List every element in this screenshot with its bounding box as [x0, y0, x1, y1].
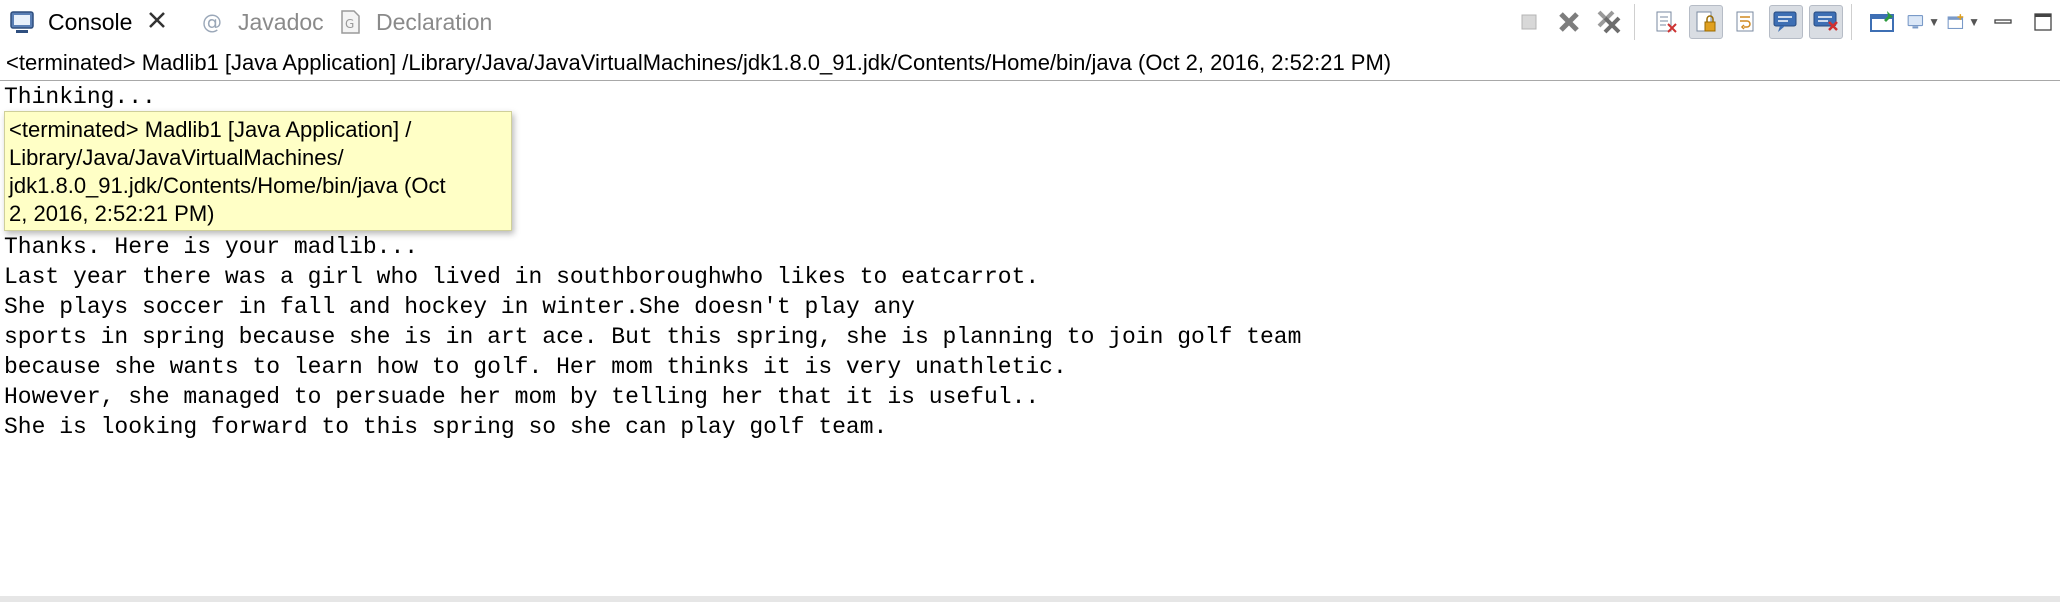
show-console-on-stderr-icon[interactable]	[1809, 5, 1843, 39]
tooltip-line: <terminated> Madlib1 [Java Application] …	[9, 117, 412, 142]
divider	[0, 80, 2060, 81]
bottom-edge	[0, 596, 2060, 602]
terminate-icon[interactable]	[1512, 5, 1546, 39]
chevron-down-icon[interactable]: ▼	[1928, 15, 1940, 29]
clear-console-icon[interactable]	[1649, 5, 1683, 39]
svg-text:@: @	[202, 10, 222, 34]
scroll-lock-icon[interactable]	[1689, 5, 1723, 39]
tooltip-line: Library/Java/JavaVirtualMachines/	[9, 145, 344, 170]
minimize-icon[interactable]	[1986, 5, 2020, 39]
remove-all-terminated-icon[interactable]	[1592, 5, 1626, 39]
toolbar-separator	[1851, 4, 1852, 40]
output-line: Thinking...	[4, 84, 156, 110]
svg-text:G: G	[345, 17, 354, 31]
view-tab-bar: Console @ Javadoc G Declaration ▼ ▼	[0, 0, 2060, 44]
maximize-icon[interactable]	[2026, 5, 2060, 39]
output-line: sports in spring because she is in art a…	[4, 324, 1302, 350]
output-line: She plays soccer in fall and hockey in w…	[4, 294, 915, 320]
process-description: <terminated> Madlib1 [Java Application] …	[6, 50, 1392, 75]
tooltip-line: 2, 2016, 2:52:21 PM)	[9, 201, 215, 226]
show-console-on-stdout-icon[interactable]	[1769, 5, 1803, 39]
tab-console-label: Console	[48, 8, 133, 35]
open-console-icon[interactable]: ▼	[1946, 5, 1980, 39]
word-wrap-icon[interactable]	[1729, 5, 1763, 39]
tab-declaration-label: Declaration	[376, 8, 493, 35]
output-line: Last year there was a girl who lived in …	[4, 264, 1040, 290]
chevron-down-icon[interactable]: ▼	[1968, 15, 1980, 29]
tab-javadoc[interactable]: @ Javadoc	[190, 0, 324, 44]
console-toolbar: ▼ ▼	[1506, 4, 2060, 40]
remove-launch-icon[interactable]	[1552, 5, 1586, 39]
output-line: because she wants to learn how to golf. …	[4, 354, 1067, 380]
display-console-icon[interactable]: ▼	[1906, 5, 1940, 39]
output-line: However, she managed to persuade her mom…	[4, 384, 1040, 410]
close-icon[interactable]	[146, 9, 168, 35]
declaration-icon: G	[336, 8, 364, 36]
toolbar-separator	[1634, 4, 1635, 40]
output-line: She is looking forward to this spring so…	[4, 414, 888, 440]
tooltip-line: jdk1.8.0_91.jdk/Contents/Home/bin/java (…	[9, 173, 446, 198]
process-tooltip: <terminated> Madlib1 [Java Application] …	[4, 111, 512, 231]
tab-declaration[interactable]: G Declaration	[328, 0, 492, 44]
tab-javadoc-label: Javadoc	[238, 8, 324, 35]
console-icon	[8, 8, 36, 36]
at-icon: @	[198, 8, 226, 36]
tab-console[interactable]: Console	[0, 0, 185, 44]
output-line: Thanks. Here is your madlib...	[4, 234, 419, 260]
pin-console-icon[interactable]	[1866, 5, 1900, 39]
